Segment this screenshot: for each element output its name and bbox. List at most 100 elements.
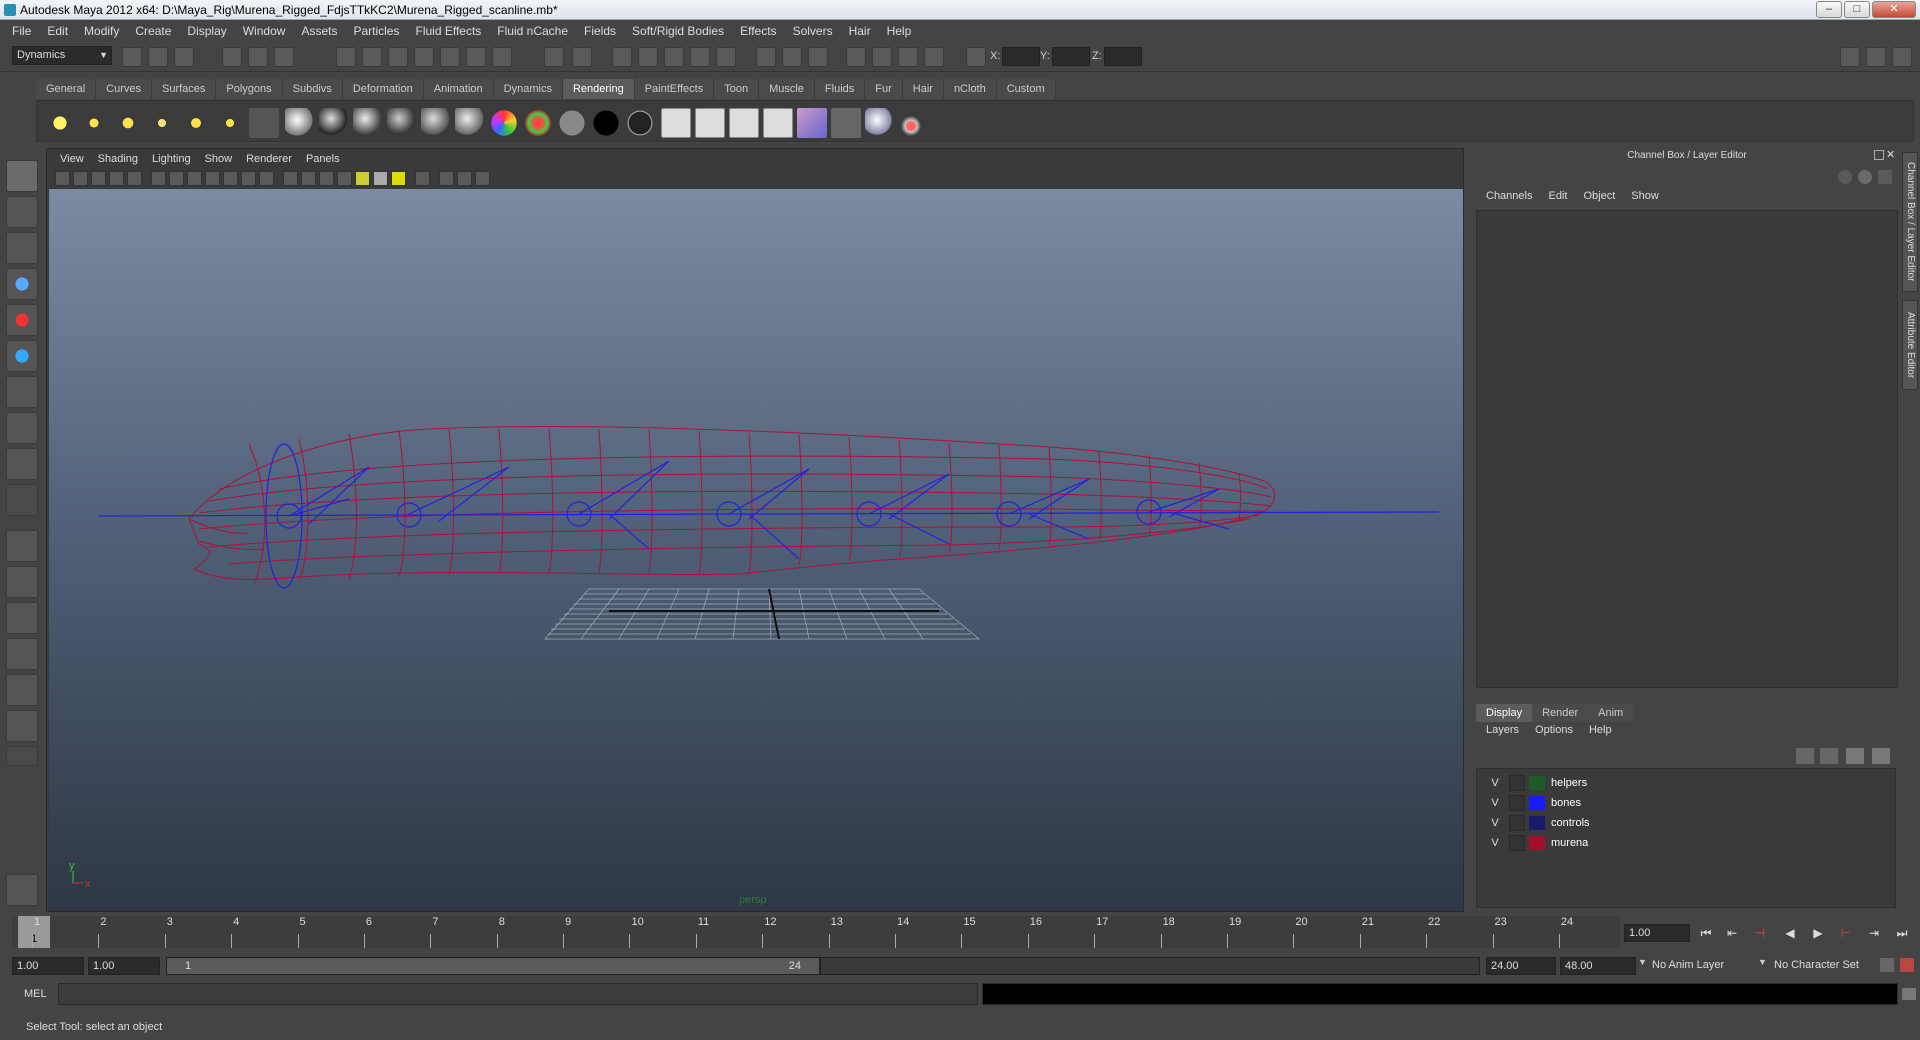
shelf-tab-muscle[interactable]: Muscle [759,79,815,99]
shelf-tab-deformation[interactable]: Deformation [342,79,424,99]
tab-display[interactable]: Display [1476,704,1533,722]
perspective-view[interactable]: y x persp [49,189,1463,911]
side-tab-channel-box[interactable]: Channel Box / Layer Editor [1902,152,1918,292]
y-input[interactable] [1052,47,1090,66]
command-input[interactable] [58,983,978,1005]
shelf-tab-rendering[interactable]: Rendering [562,79,635,99]
le-menu-help[interactable]: Help [1581,724,1620,742]
animation-end-field[interactable]: 48.00 [1560,957,1636,975]
layer-row[interactable]: V bones [1477,793,1897,813]
layer-visibility-toggle[interactable]: V [1487,777,1503,789]
cb-menu-object[interactable]: Object [1575,190,1623,208]
hand-tool-icon[interactable] [6,874,38,906]
spot-light-icon[interactable] [147,108,177,138]
cb-menu-edit[interactable]: Edit [1540,190,1575,208]
layer-color-swatch[interactable] [1529,776,1545,790]
panel-layout-icon[interactable] [1840,47,1860,67]
step-forward-key-button[interactable]: ⇥ [1864,924,1884,942]
shading-map-icon[interactable] [523,108,553,138]
persp-hypergraph-layout-icon[interactable] [6,674,38,706]
shelf-tab-general[interactable]: General [36,79,97,99]
layout-options-icon[interactable] [6,746,38,766]
layer-row[interactable]: V helpers [1477,773,1897,793]
layer-display-type-toggle[interactable] [1509,775,1525,791]
tab-anim[interactable]: Anim [1588,704,1634,722]
animation-preferences-icon[interactable] [1900,958,1914,972]
cb-menu-channels[interactable]: Channels [1478,190,1540,208]
auto-key-icon[interactable] [1880,958,1894,972]
menu-fluid-effects[interactable]: Fluid Effects [407,21,489,41]
anim-layer-chevron-icon[interactable]: ▼ [1638,957,1647,967]
panel-menu-show[interactable]: Show [198,153,240,165]
layer-visibility-toggle[interactable]: V [1487,837,1503,849]
show-channel-box-icon[interactable] [782,47,802,67]
z-input[interactable] [1104,47,1142,66]
layer-visibility-toggle[interactable]: V [1487,817,1503,829]
render-settings-icon[interactable] [638,47,658,67]
panel-menu-view[interactable]: View [53,153,91,165]
textured-icon[interactable] [337,171,352,186]
playback-start-field[interactable]: 1.00 [88,957,160,975]
paint-brush-icon[interactable] [899,108,929,138]
render-current-icon[interactable] [661,108,691,138]
hypershade-shelf-icon[interactable] [797,108,827,138]
outliner-persp-layout-icon[interactable] [6,710,38,742]
range-slider-track[interactable] [820,957,1480,975]
character-set-dropdown[interactable]: No Character Set [1774,959,1859,971]
universal-manipulator-icon[interactable] [6,376,38,408]
single-perspective-layout-icon[interactable] [6,530,38,562]
relative-transform-icon[interactable] [966,47,986,67]
shelf-tab-fluids[interactable]: Fluids [814,79,866,99]
select-hierarchy-icon[interactable] [222,47,242,67]
playback-end-field[interactable]: 24.00 [1486,957,1556,975]
outliner-icon[interactable] [846,47,866,67]
menu-assets[interactable]: Assets [293,21,345,41]
step-back-frame-button[interactable]: ⊣ [1750,924,1770,942]
menu-fluid-ncache[interactable]: Fluid nCache [489,21,576,41]
snap-point-icon[interactable] [388,47,408,67]
side-tab-attribute-editor[interactable]: Attribute Editor [1902,300,1918,390]
directional-light-icon[interactable] [79,108,109,138]
soft-modification-icon[interactable] [6,412,38,444]
paint-select-tool-icon[interactable] [6,232,38,264]
point-light-icon[interactable] [113,108,143,138]
phong-material-icon[interactable] [421,108,451,138]
layer-display-type-toggle[interactable] [1509,815,1525,831]
anim-layer-dropdown[interactable]: No Anim Layer [1652,959,1724,971]
smooth-shade-icon[interactable] [301,171,316,186]
graph-editor-icon[interactable] [872,47,892,67]
shelf-tab-subdivs[interactable]: Subdivs [282,79,343,99]
persp-graph-layout-icon[interactable] [6,638,38,670]
panel-layout-2-icon[interactable] [1866,47,1886,67]
snap-curve-icon[interactable] [362,47,382,67]
new-layer-from-selected-icon[interactable] [1872,748,1890,764]
lambert-material-icon[interactable] [353,108,383,138]
channel-speed-icon[interactable] [1858,170,1872,184]
two-d-pan-zoom-icon[interactable] [127,171,142,186]
shelf-tab-hair[interactable]: Hair [902,79,944,99]
toggle-sidebar-icon[interactable] [1892,47,1912,67]
show-attribute-icon[interactable] [756,47,776,67]
four-view-layout-icon[interactable] [6,566,38,598]
new-scene-icon[interactable] [122,47,142,67]
render-layer-icon[interactable] [831,108,861,138]
menu-solvers[interactable]: Solvers [785,21,841,41]
menu-particles[interactable]: Particles [345,21,407,41]
film-gate-icon[interactable] [169,171,184,186]
step-back-key-button[interactable]: ⇤ [1722,924,1742,942]
last-tool-icon[interactable] [6,484,38,516]
ipr-icon[interactable] [695,108,725,138]
open-scene-icon[interactable] [148,47,168,67]
resolution-gate-icon[interactable] [187,171,202,186]
area-light-icon[interactable] [181,108,211,138]
wireframe-on-shaded-icon[interactable] [319,171,334,186]
menu-create[interactable]: Create [127,21,179,41]
layer-color-swatch[interactable] [1529,816,1545,830]
phonge-material-icon[interactable] [455,108,485,138]
move-layer-up-icon[interactable] [1796,748,1814,764]
image-plane-icon[interactable] [109,171,124,186]
animation-start-field[interactable]: 1.00 [12,957,84,975]
volume-light-icon[interactable] [215,108,245,138]
layer-visibility-toggle[interactable]: V [1487,797,1503,809]
shelf-tab-custom[interactable]: Custom [996,79,1056,99]
